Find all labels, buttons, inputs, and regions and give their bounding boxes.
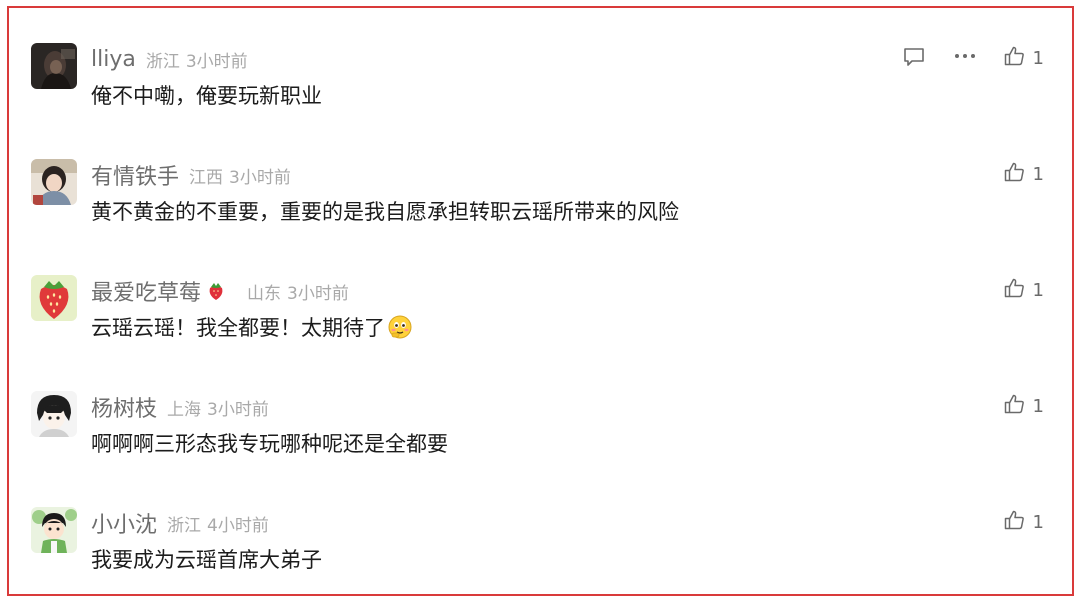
username[interactable]: 有情铁手 bbox=[91, 159, 179, 191]
like-button[interactable]: 1 bbox=[1004, 510, 1044, 535]
like-count: 1 bbox=[1032, 512, 1044, 533]
more-dots-icon bbox=[954, 46, 976, 70]
avatar[interactable] bbox=[31, 507, 77, 553]
comment-text: 啊啊啊三形态我专玩哪种呢还是全都要 bbox=[91, 432, 448, 456]
like-button[interactable]: 1 bbox=[1004, 394, 1044, 419]
avatar[interactable] bbox=[31, 391, 77, 437]
comment-item: 最爱吃草莓 山东 3小时前 云瑶云瑶！我全都要！太期待了 1 bbox=[9, 240, 1072, 356]
comment-text: 黄不黄金的不重要，重要的是我自愿承担转职云瑶所带来的风险 bbox=[91, 200, 679, 224]
timestamp: 3小时前 bbox=[185, 51, 248, 72]
like-count: 1 bbox=[1032, 396, 1044, 417]
thumbs-up-icon bbox=[1004, 46, 1025, 71]
like-button[interactable]: 1 bbox=[1004, 278, 1044, 303]
username[interactable]: lliya bbox=[91, 47, 136, 72]
location: 上海 bbox=[167, 399, 202, 420]
comment-text: 云瑶云瑶！我全都要！太期待了 bbox=[91, 316, 385, 340]
username[interactable]: 杨树枝 bbox=[91, 391, 157, 423]
like-count: 1 bbox=[1032, 280, 1044, 301]
timestamp: 3小时前 bbox=[207, 399, 269, 420]
comment-item: lliya 浙江 3小时前 俺不中嘞，俺要玩新职业 1 bbox=[9, 8, 1072, 124]
location: 江西 bbox=[189, 167, 224, 188]
more-button[interactable] bbox=[954, 46, 976, 70]
comment-header: 最爱吃草莓 山东 3小时前 bbox=[91, 276, 349, 306]
comment-header: 杨树枝 上海 3小时前 bbox=[91, 392, 269, 422]
like-count: 1 bbox=[1032, 48, 1044, 69]
like-button[interactable]: 1 bbox=[1004, 46, 1044, 71]
strawberry-icon bbox=[207, 281, 225, 301]
comment-text: 我要成为云瑶首席大弟子 bbox=[91, 548, 322, 572]
comment-bubble-icon bbox=[903, 47, 925, 71]
username[interactable]: 小小沈 bbox=[91, 507, 157, 539]
avatar[interactable] bbox=[31, 159, 77, 205]
timestamp: 3小时前 bbox=[287, 283, 349, 304]
thumbs-up-icon bbox=[1004, 510, 1025, 535]
reply-button[interactable] bbox=[903, 47, 925, 71]
location: 山东 bbox=[247, 283, 282, 304]
like-button[interactable]: 1 bbox=[1004, 162, 1044, 187]
comment-text-row: 云瑶云瑶！我全都要！太期待了 bbox=[91, 312, 413, 342]
shy-face-emoji-icon bbox=[387, 314, 413, 340]
comment-header: lliya 浙江 3小时前 bbox=[91, 44, 248, 74]
comment-item: 有情铁手 江西 3小时前 黄不黄金的不重要，重要的是我自愿承担转职云瑶所带来的风… bbox=[9, 124, 1072, 240]
comment-text: 俺不中嘞，俺要玩新职业 bbox=[91, 84, 322, 108]
location: 浙江 bbox=[167, 515, 202, 536]
username[interactable]: 最爱吃草莓 bbox=[91, 275, 201, 307]
like-count: 1 bbox=[1032, 164, 1044, 185]
location: 浙江 bbox=[145, 51, 180, 72]
avatar[interactable] bbox=[31, 43, 77, 89]
comment-list: lliya 浙江 3小时前 俺不中嘞，俺要玩新职业 1 有情铁手 江西 3小时前… bbox=[7, 6, 1074, 596]
thumbs-up-icon bbox=[1004, 278, 1025, 303]
avatar[interactable] bbox=[31, 275, 77, 321]
comment-item: 小小沈 浙江 4小时前 我要成为云瑶首席大弟子 1 bbox=[9, 472, 1072, 588]
timestamp: 4小时前 bbox=[207, 515, 269, 536]
thumbs-up-icon bbox=[1004, 162, 1025, 187]
comment-header: 小小沈 浙江 4小时前 bbox=[91, 508, 269, 538]
comment-header: 有情铁手 江西 3小时前 bbox=[91, 160, 291, 190]
thumbs-up-icon bbox=[1004, 394, 1025, 419]
comment-item: 杨树枝 上海 3小时前 啊啊啊三形态我专玩哪种呢还是全都要 1 bbox=[9, 356, 1072, 472]
timestamp: 3小时前 bbox=[229, 167, 291, 188]
